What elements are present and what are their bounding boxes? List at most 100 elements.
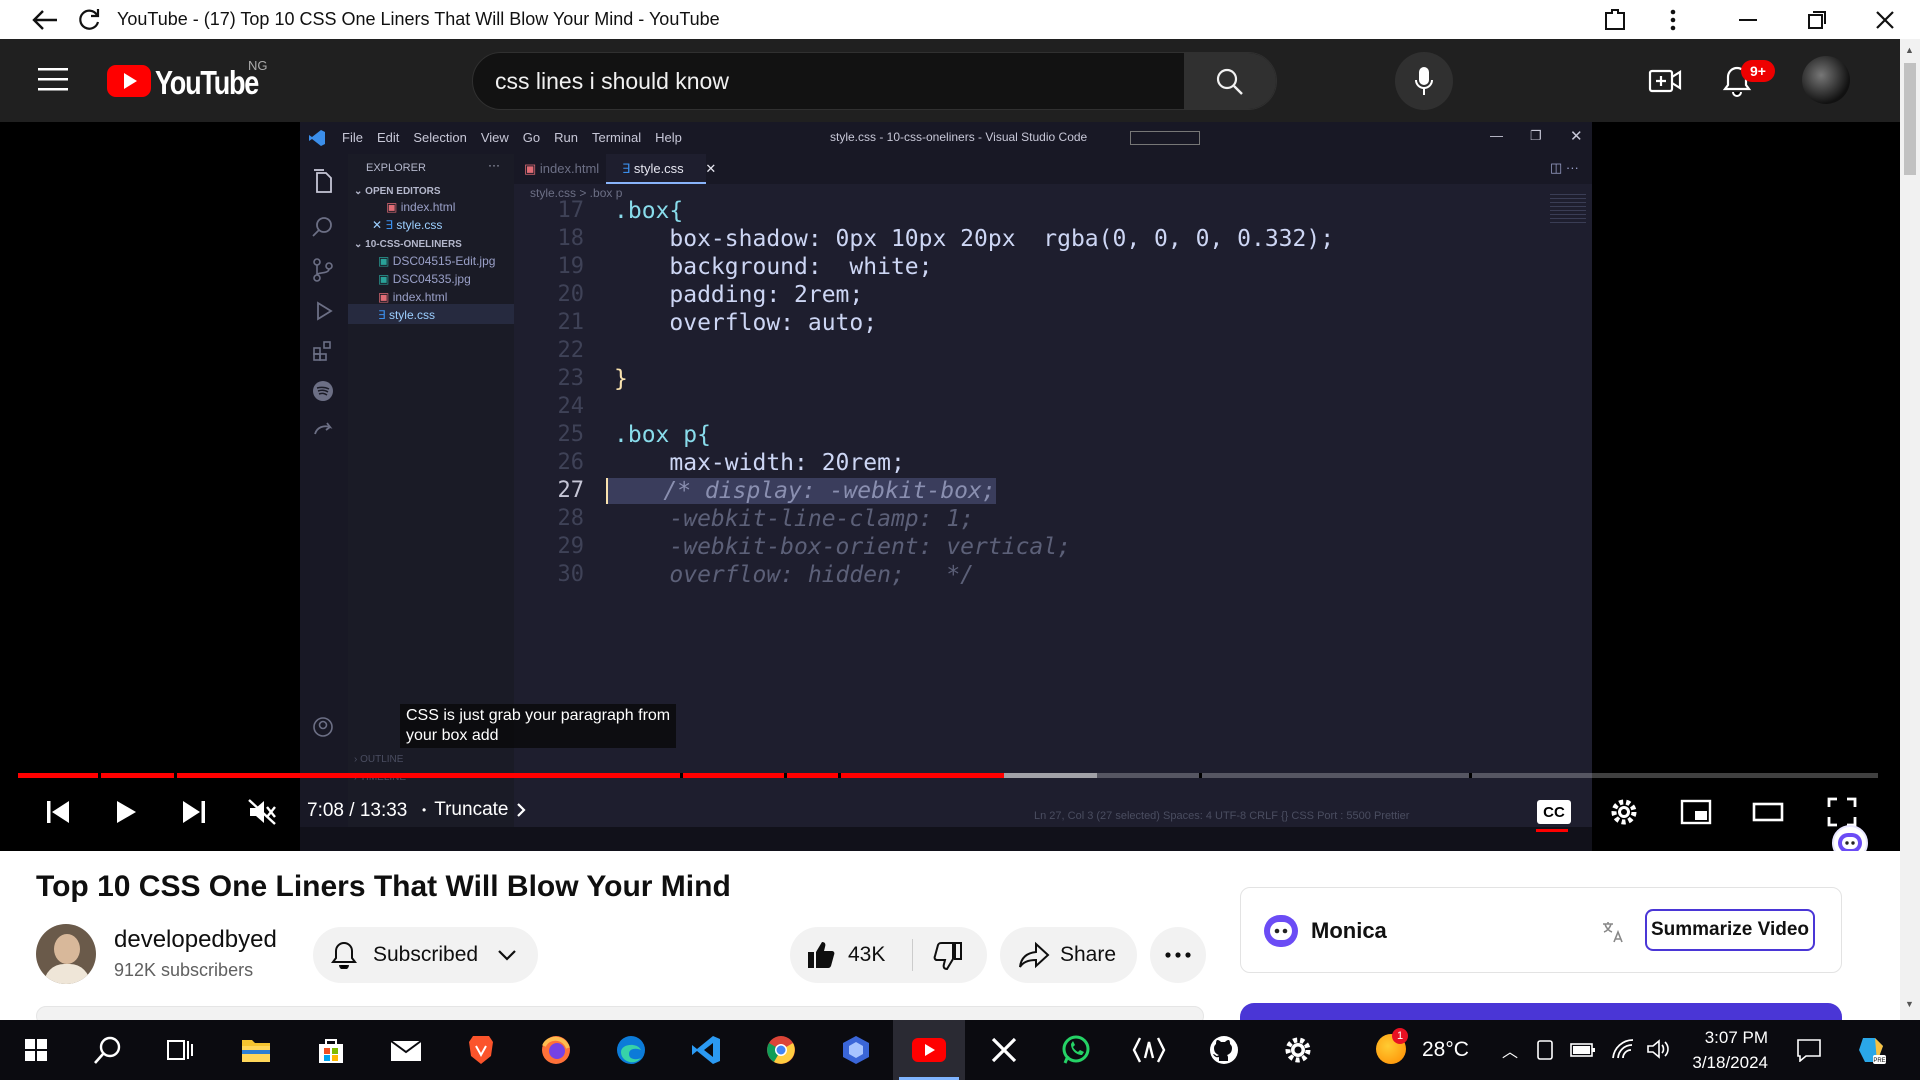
windows-start-icon[interactable] [0, 1020, 72, 1080]
gear-icon [1611, 799, 1637, 825]
devtools-app-icon[interactable] [1113, 1020, 1185, 1080]
chapter-button[interactable]: • Truncate [422, 799, 527, 821]
more-menu-icon[interactable] [1648, 0, 1698, 39]
x-twitter-icon[interactable] [968, 1020, 1040, 1080]
weather-temperature[interactable]: 28°C [1422, 1038, 1469, 1062]
account-avatar[interactable] [1802, 56, 1850, 104]
page-scrollbar[interactable]: ▲ ▼ [1900, 39, 1920, 1020]
file-item: ▣ index.html [378, 290, 448, 304]
share-button[interactable]: Share [1000, 927, 1137, 983]
caption-line: your box add [406, 727, 499, 744]
vscode-window-title: style.css - 10-css-oneliners - Visual St… [830, 130, 1088, 144]
open-editors-label: ⌄ OPEN EDITORS [354, 186, 441, 197]
channel-name[interactable]: developedbyed [114, 926, 277, 954]
github-icon[interactable] [1188, 1020, 1260, 1080]
svg-text:PRE: PRE [1873, 1058, 1885, 1064]
search-icon [1216, 68, 1243, 95]
chrome-icon[interactable] [745, 1020, 817, 1080]
hamburger-menu-icon[interactable] [38, 67, 68, 91]
monica-card: Monica Summarize Video [1240, 887, 1842, 973]
back-arrow-icon[interactable] [20, 0, 70, 39]
code-text: -webkit-box-orient: vertical; [614, 534, 1071, 560]
volume-muted-icon [248, 799, 276, 825]
subscribed-button[interactable]: Subscribed [313, 927, 538, 983]
battery-icon[interactable] [1570, 1042, 1596, 1058]
summarize-video-button[interactable]: Summarize Video [1645, 909, 1815, 951]
clock-date[interactable]: 3/18/2024 [1684, 1053, 1768, 1073]
vscode-taskbar-icon[interactable] [670, 1020, 742, 1080]
task-view-icon[interactable] [144, 1020, 216, 1080]
taskbar-search-icon[interactable] [72, 1020, 144, 1080]
microphone-icon [1415, 67, 1433, 95]
vscode-menu-item: Help [655, 130, 682, 145]
previous-button[interactable] [36, 782, 80, 842]
search-input[interactable]: css lines i should know [495, 68, 729, 95]
scroll-up-arrow-icon[interactable]: ▲ [1905, 45, 1914, 55]
channel-avatar[interactable] [36, 924, 96, 984]
voice-search-button[interactable] [1395, 52, 1453, 110]
theater-mode-icon [1752, 802, 1784, 822]
minimize-icon[interactable] [1723, 0, 1773, 39]
dislike-button[interactable] [913, 927, 987, 983]
weather-badge: 1 [1392, 1028, 1408, 1044]
theater-mode-button[interactable] [1748, 782, 1788, 842]
notification-center-icon[interactable] [1796, 1038, 1822, 1062]
open-editor-item: ▣ index.html [386, 200, 456, 214]
miniplayer-button[interactable] [1676, 782, 1716, 842]
mail-icon[interactable] [370, 1020, 442, 1080]
vscode-menu-item: Terminal [592, 130, 642, 145]
extensions-icon[interactable] [1590, 0, 1640, 39]
wifi-icon[interactable] [1611, 1038, 1635, 1060]
play-button[interactable] [104, 782, 148, 842]
translate-icon[interactable] [1601, 920, 1625, 944]
create-video-icon[interactable] [1648, 65, 1682, 95]
chapter-divider [1468, 773, 1472, 778]
vscode-restore-icon: ❐ [1530, 128, 1542, 143]
layout-toggles-icon [1130, 131, 1200, 145]
like-button[interactable]: 43K [790, 927, 912, 983]
firefox-icon[interactable] [520, 1020, 592, 1080]
copilot-icon[interactable]: PRE [1855, 1034, 1887, 1066]
code-text: box-shadow: 0px 10px 20px rgba(0, 0, 0, … [614, 226, 1335, 252]
line-number: 30 [557, 562, 585, 587]
next-button[interactable] [172, 782, 216, 842]
speaker-volume-icon[interactable] [1646, 1038, 1670, 1060]
search-box[interactable]: css lines i should know [472, 52, 1277, 110]
youtube-header: YouTube NG css lines i should know 9+ [0, 39, 1900, 122]
close-icon[interactable] [1860, 0, 1910, 39]
youtube-logo[interactable]: YouTube NG [107, 58, 297, 103]
youtube-taskbar-icon[interactable] [893, 1020, 965, 1080]
microsoft-store-icon[interactable] [295, 1020, 367, 1080]
mute-button[interactable] [240, 782, 284, 842]
restore-icon[interactable] [1792, 0, 1842, 39]
code-text: /* display: -webkit-box; [606, 478, 996, 504]
scroll-down-arrow-icon[interactable]: ▼ [1905, 999, 1914, 1009]
explorer-label: EXPLORER [366, 162, 426, 174]
vscode-title-bar: File Edit Selection View Go Run Terminal Help s… [300, 122, 1592, 154]
device-icon[interactable] [1535, 1039, 1555, 1061]
project-folder-label: ⌄ 10-CSS-ONELINERS [354, 239, 462, 250]
reload-icon[interactable] [64, 0, 114, 39]
progress-bar[interactable] [18, 773, 1878, 778]
vscode-menu-item: Selection [413, 130, 467, 145]
code-text: -webkit-line-clamp: 1; [614, 506, 975, 532]
search-button[interactable] [1184, 53, 1276, 109]
line-number: 20 [557, 282, 585, 307]
file-explorer-icon[interactable] [220, 1020, 292, 1080]
miniplayer-icon [1680, 799, 1712, 825]
edge-browser-icon[interactable] [595, 1020, 667, 1080]
vscode-menu-item: Edit [376, 130, 400, 145]
captions-button[interactable]: CC [1534, 782, 1574, 842]
code-text: .box p{ [614, 422, 711, 448]
scrollbar-thumb[interactable] [1904, 63, 1916, 175]
show-hidden-icons-icon[interactable]: ︿ [1502, 1038, 1518, 1062]
video-player[interactable]: File Edit Selection View Go Run Terminal Help s… [0, 122, 1900, 851]
whatsapp-icon[interactable] [1040, 1020, 1112, 1080]
brave-browser-icon[interactable] [445, 1020, 517, 1080]
clock-time[interactable]: 3:07 PM [1694, 1028, 1768, 1048]
subscriber-count: 912K subscribers [114, 960, 254, 980]
settings-button[interactable] [1604, 782, 1644, 842]
copilot-app-icon[interactable] [820, 1020, 892, 1080]
settings-gear-icon[interactable] [1262, 1020, 1334, 1080]
more-actions-button[interactable] [1150, 927, 1206, 983]
